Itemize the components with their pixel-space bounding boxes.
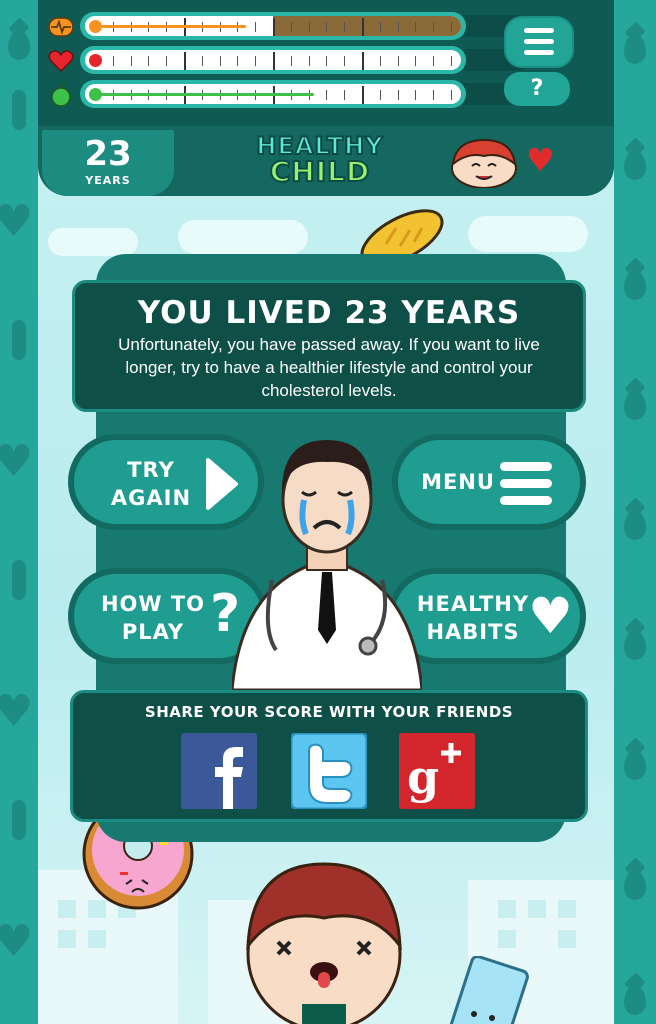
left-border: ♥ ♥ ♥ ♥ [0,0,38,1024]
game-logo: HEALTHY CHILD [240,133,400,190]
apple-icon [48,82,74,108]
bar-tick [433,90,435,100]
logo-line2: CHILD [269,155,371,188]
bar-tick [451,22,452,32]
bar-tick [219,56,221,66]
bar-tick [344,22,346,32]
bar-tick [451,56,452,66]
bar-inner [85,16,461,36]
age-value: 23 [84,134,132,174]
healthy-habits-label-1: HEALTHY [416,592,530,616]
bar-tick [273,52,275,70]
right-border [614,0,656,1024]
dead-child-character [246,862,402,1024]
bar-tick [326,22,328,32]
bar-tick [362,52,364,70]
result-message: Unfortunately, you have passed away. If … [118,335,540,400]
try-again-label-1: TRY [127,458,175,482]
bar-fill-dot [89,20,102,33]
facebook-share-button[interactable] [181,733,257,809]
bar-tick [397,56,399,66]
bar-tick [344,90,346,100]
twitter-share-button[interactable] [291,733,367,809]
bar-tick [112,56,114,66]
menu-label: MENU [421,470,495,494]
bar-tick [451,90,452,100]
bar-tick [362,86,364,104]
bar-tick [166,56,168,66]
bar-tick [326,56,328,66]
bar-tick [379,22,381,32]
how-to-play-label-1: HOW TO [100,592,206,616]
bar-tick [397,22,399,32]
svg-text:g: g [407,750,439,804]
bar-tick [290,22,292,32]
bar-tick [379,56,381,66]
bar-inner [85,84,461,104]
bar-tick [415,22,417,32]
bar-fill [93,25,247,28]
heart-icon [48,48,74,74]
heartbeat-icon [48,14,74,40]
bar-tick [362,18,364,36]
bar-tick [433,56,435,66]
cholesterol-bar [48,12,534,42]
bar-tick [397,90,399,100]
crying-doctor-illustration [232,440,422,690]
bar-tick [326,90,328,100]
bar-tick [308,22,310,32]
bar-track [80,12,466,40]
bar-tick [273,18,275,36]
bar-track [80,80,466,108]
nutrition-bar [48,80,534,110]
top-menu-button[interactable] [504,16,574,68]
bar-tick [308,56,310,66]
bar-tick [237,56,239,66]
share-title: SHARE YOUR SCORE WITH YOUR FRIENDS [144,703,514,721]
heart-icon: ♥ [528,587,573,645]
bar-tick [184,52,186,70]
age-unit: YEARS [85,174,131,187]
water-glass-item [449,956,529,1024]
bar-tick [255,22,257,32]
result-message-box: YOU LIVED 23 YEARS Unfortunately, you ha… [72,280,586,412]
bar-tick [148,56,150,66]
result-title: YOU LIVED 23 YEARS [137,295,521,331]
child-avatar-icon [451,138,517,188]
bar-tick [379,90,381,100]
bar-fill-dot [89,88,102,101]
bar-tick [415,56,417,66]
bar-tick [255,56,257,66]
bar-tick [201,56,203,66]
share-panel: SHARE YOUR SCORE WITH YOUR FRIENDS g [70,690,588,822]
bar-track [80,46,466,74]
google-plus-share-button[interactable]: g [399,733,475,809]
age-counter: 23 YEARS [42,130,174,196]
bar-fill-dot [89,54,102,67]
bar-tick [415,90,417,100]
healthy-habits-label-2: HABITS [426,620,520,644]
health-bar [48,46,534,76]
bar-fill [93,93,314,96]
top-help-button[interactable]: ? [504,72,570,106]
bar-inner [85,50,461,70]
how-to-play-label-2: PLAY [121,620,185,644]
life-heart-icon: ♥ [526,141,555,179]
bar-tick [433,22,435,32]
bar-tick [130,56,132,66]
try-again-label-2: AGAIN [110,486,192,510]
bar-tick [344,56,346,66]
hamburger-icon [500,462,552,505]
bar-tick [290,56,292,66]
